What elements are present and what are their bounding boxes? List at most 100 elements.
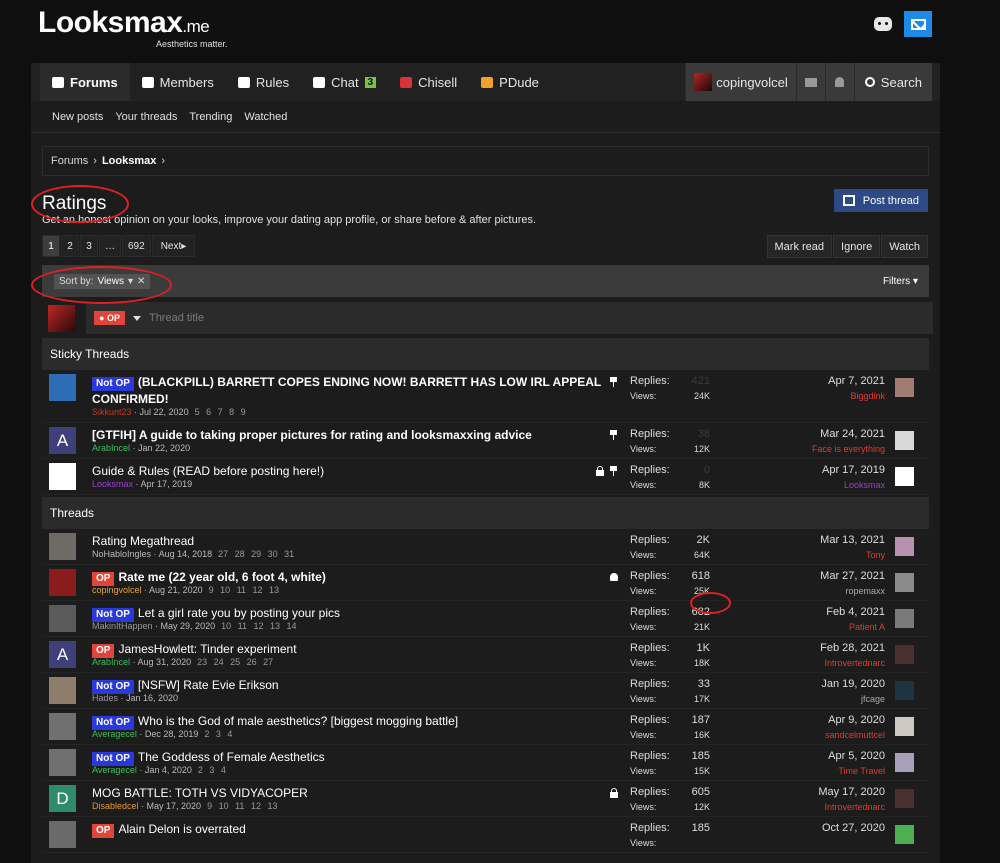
thread-row[interactable]: D MOG BATTLE: TOTH VS VIDYACOPER Disabledc… — [42, 781, 929, 817]
last-poster[interactable]: Time Travel — [838, 766, 885, 776]
thread-avatar[interactable]: A — [49, 641, 76, 668]
thread-author[interactable]: Sikkunt23 — [92, 407, 132, 417]
thread-title[interactable]: OP JamesHowlett: Tinder experiment — [92, 641, 612, 658]
page-link[interactable]: 692 — [122, 235, 151, 257]
thread-row[interactable]: Guide & Rules (READ before posting here!… — [42, 459, 929, 495]
last-poster-avatar[interactable] — [895, 467, 914, 486]
thread-row[interactable]: OP Alain Delon is overrated Replies: 185 Vie… — [42, 817, 929, 853]
last-post-date[interactable]: Mar 13, 2021 — [820, 534, 885, 546]
last-post-date[interactable]: Apr 9, 2020 — [828, 714, 885, 726]
thread-avatar[interactable] — [49, 374, 76, 401]
last-poster-avatar[interactable] — [895, 825, 914, 844]
thread-page-links[interactable]: 9 10 11 12 13 — [209, 585, 279, 595]
thread-avatar[interactable] — [49, 569, 76, 596]
thread-title-text[interactable]: MOG BATTLE: TOTH VS VIDYACOPER — [92, 786, 308, 800]
thread-row[interactable]: Not OP The Goddess of Female Aesthetics Av… — [42, 745, 929, 781]
thread-avatar[interactable] — [49, 713, 76, 740]
thread-author[interactable]: copingvolcel — [92, 585, 142, 595]
tab-chat[interactable]: Chat 3 — [301, 63, 388, 101]
thread-row[interactable]: A [GTFIH] A guide to taking proper pictur… — [42, 423, 929, 459]
thread-row[interactable]: Not OP [NSFW] Rate Evie Erikson Hades · Ja… — [42, 673, 929, 709]
chevron-down-icon[interactable] — [132, 315, 141, 321]
thread-title-text[interactable]: Let a girl rate you by posting your pics — [138, 606, 340, 620]
thread-title[interactable]: Rating Megathread — [92, 533, 612, 549]
thread-row[interactable]: Not OP Who is the God of male aesthetics?… — [42, 709, 929, 745]
thread-avatar[interactable] — [49, 605, 76, 632]
last-post-date[interactable]: Mar 24, 2021 — [820, 428, 885, 440]
thread-title[interactable]: OP Alain Delon is overrated — [92, 821, 612, 838]
watch-button[interactable]: Watch — [881, 235, 928, 258]
last-poster[interactable]: Tony — [866, 550, 885, 560]
last-poster-avatar[interactable] — [895, 717, 914, 736]
last-poster[interactable]: Introvertednarc — [824, 802, 885, 812]
thread-page-links[interactable]: 9 10 11 12 13 — [207, 801, 277, 811]
last-poster[interactable]: Face is everything — [812, 444, 885, 454]
last-poster-avatar[interactable] — [895, 378, 914, 397]
thread-title[interactable]: Not OP [NSFW] Rate Evie Erikson — [92, 677, 612, 694]
thread-page-links[interactable]: 2 3 4 — [204, 729, 232, 739]
subnav-your-threads[interactable]: Your threads — [115, 111, 177, 123]
thread-row[interactable]: Rating Megathread NoHabloIngles · Aug 14,… — [42, 529, 929, 565]
last-poster-avatar[interactable] — [895, 645, 914, 664]
thread-row[interactable]: A OP JamesHowlett: Tinder experiment ArabIn… — [42, 637, 929, 673]
last-poster[interactable]: Patient A — [849, 622, 885, 632]
thread-page-links[interactable]: 27 28 29 30 31 — [218, 549, 294, 559]
filters-button[interactable]: Filters ▾ — [883, 276, 918, 287]
thread-title-text[interactable]: The Goddess of Female Aesthetics — [138, 750, 325, 764]
tab-chisell[interactable]: Chisell — [388, 63, 469, 101]
subnav-trending[interactable]: Trending — [189, 111, 232, 123]
thread-title[interactable]: Not OP Let a girl rate you by posting you… — [92, 605, 612, 622]
last-poster-avatar[interactable] — [895, 609, 914, 628]
thread-title-text[interactable]: JamesHowlett: Tinder experiment — [118, 642, 296, 656]
last-post-date[interactable]: Feb 28, 2021 — [820, 642, 885, 654]
thread-author[interactable]: Averagecel — [92, 729, 137, 739]
thread-author[interactable]: ArabIncel — [92, 657, 130, 667]
mark-read-button[interactable]: Mark read — [766, 235, 833, 258]
thread-author[interactable]: Hades — [92, 693, 118, 703]
breadcrumb-forums[interactable]: Forums — [51, 155, 88, 167]
thread-title[interactable]: OP Rate me (22 year old, 6 foot 4, white) — [92, 569, 612, 586]
last-post-date[interactable]: Jan 19, 2020 — [821, 678, 885, 690]
thread-row[interactable]: Not OP (BLACKPILL) BARRETT COPES ENDING N… — [42, 370, 929, 423]
thread-avatar[interactable] — [49, 463, 76, 490]
thread-row[interactable]: OP Rate me (22 year old, 6 foot 4, white)… — [42, 565, 929, 601]
last-post-date[interactable]: Feb 4, 2021 — [826, 606, 885, 618]
thread-title-text[interactable]: Rate me (22 year old, 6 foot 4, white) — [118, 570, 325, 584]
thread-avatar[interactable] — [49, 533, 76, 560]
alerts-button[interactable] — [824, 63, 854, 101]
page-link[interactable]: 3 — [80, 235, 98, 257]
breadcrumb-looksmax[interactable]: Looksmax — [102, 155, 156, 167]
thread-title-input[interactable]: ● OP Thread title — [86, 302, 933, 334]
page-link[interactable]: 2 — [61, 235, 79, 257]
last-poster-avatar[interactable] — [895, 753, 914, 772]
thread-author[interactable]: Averagecel — [92, 765, 137, 775]
tab-members[interactable]: Members — [130, 63, 226, 101]
last-post-date[interactable]: Apr 17, 2019 — [822, 464, 885, 476]
last-post-date[interactable]: Apr 5, 2020 — [828, 750, 885, 762]
last-poster[interactable]: ropemaxx — [845, 586, 885, 596]
last-post-date[interactable]: Apr 7, 2021 — [828, 375, 885, 387]
thread-author[interactable]: NoHabloIngles — [92, 549, 151, 559]
thread-avatar[interactable]: A — [49, 427, 76, 454]
last-poster-avatar[interactable] — [895, 537, 914, 556]
tab-forums[interactable]: Forums — [40, 63, 130, 101]
thread-title[interactable]: Not OP (BLACKPILL) BARRETT COPES ENDING N… — [92, 374, 612, 407]
thread-title[interactable]: Not OP The Goddess of Female Aesthetics — [92, 749, 612, 766]
discord-icon[interactable] — [874, 17, 892, 31]
thread-avatar[interactable] — [49, 677, 76, 704]
search-button[interactable]: Search — [853, 63, 932, 101]
thread-page-links[interactable]: 10 11 12 13 14 — [221, 621, 296, 631]
subnav-new-posts[interactable]: New posts — [52, 111, 103, 123]
last-poster[interactable]: Biggdink — [850, 391, 885, 401]
last-poster[interactable]: Looksmax — [844, 480, 885, 490]
thread-avatar[interactable] — [49, 821, 76, 848]
thread-author[interactable]: Looksmax — [92, 479, 133, 489]
user-menu[interactable]: copingvolcel — [685, 63, 796, 101]
thread-title-text[interactable]: Guide & Rules (READ before posting here!… — [92, 464, 324, 478]
thread-author[interactable]: Disabledcel — [92, 801, 139, 811]
thread-page-links[interactable]: 23 24 25 26 27 — [197, 657, 273, 667]
tab-pdude[interactable]: PDude — [469, 63, 551, 101]
thread-row[interactable]: Not OP Let a girl rate you by posting you… — [42, 601, 929, 637]
thread-title-text[interactable]: Alain Delon is overrated — [118, 822, 245, 836]
thread-avatar[interactable] — [49, 749, 76, 776]
